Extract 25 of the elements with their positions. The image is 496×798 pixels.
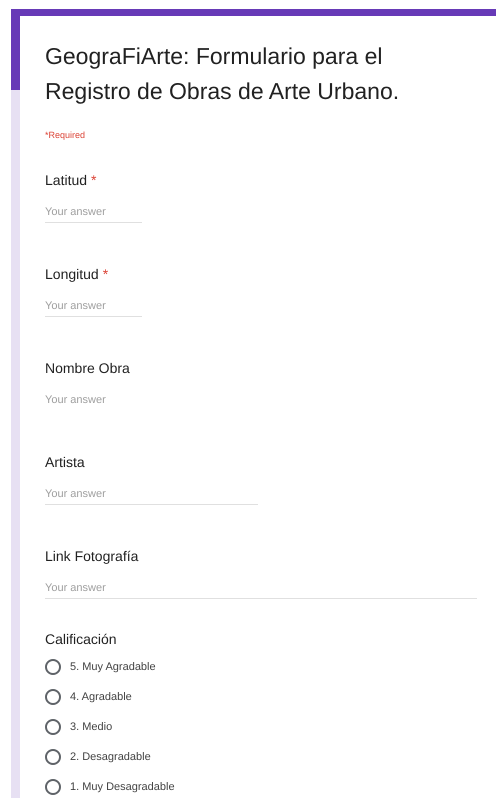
question-label: Nombre Obra: [45, 359, 130, 378]
required-asterisk: *: [102, 265, 108, 284]
radio-button[interactable]: [45, 659, 61, 675]
radio-button[interactable]: [45, 689, 61, 705]
question-label: Link Fotografía: [45, 547, 138, 566]
required-note: *Required: [45, 129, 86, 141]
answer-field[interactable]: Your answer: [45, 390, 258, 411]
answer-field[interactable]: Your answer: [45, 296, 142, 317]
radio-button[interactable]: [45, 719, 61, 735]
answer-field[interactable]: Your answer: [45, 484, 258, 505]
radio-button[interactable]: [45, 749, 61, 765]
answer-field[interactable]: Your answer: [45, 578, 477, 599]
form-title: GeograFiArte: Formulario para el Registro de Obras de Arte Urbano.: [45, 42, 400, 106]
radio-option[interactable]: 5. Muy Agradable: [45, 652, 496, 682]
radio-option[interactable]: 3. Medio: [45, 712, 496, 742]
radio-button[interactable]: [45, 779, 61, 795]
radio-option[interactable]: 4. Agradable: [45, 682, 496, 712]
radio-option[interactable]: 2. Desagradable: [45, 742, 496, 772]
question-label: Latitud: [45, 171, 88, 190]
question-label: Longitud: [45, 265, 99, 284]
question-label: Calificación: [45, 630, 118, 649]
question-label: Artista: [45, 453, 85, 472]
required-asterisk: *: [91, 171, 96, 190]
answer-field[interactable]: Your answer: [45, 202, 142, 223]
radio-option[interactable]: 1. Muy Desagradable: [45, 772, 496, 798]
